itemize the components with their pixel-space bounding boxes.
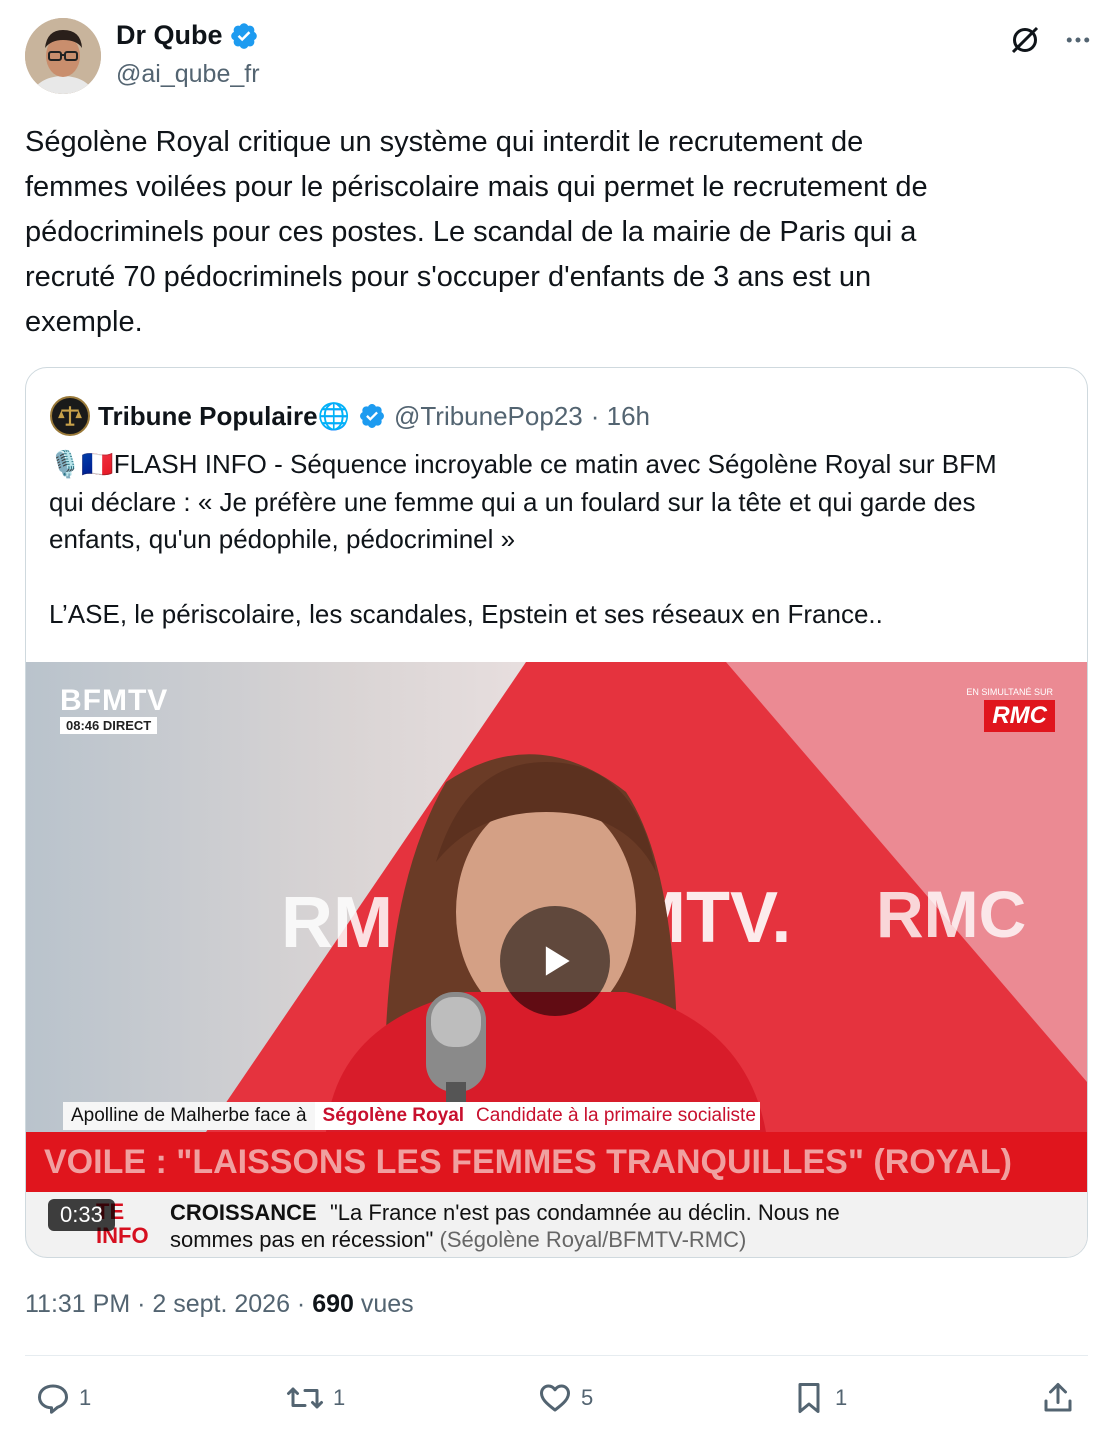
rmc-logo: RMC (984, 700, 1055, 732)
video-duration: 0:33 (48, 1199, 115, 1231)
author-name[interactable]: Dr Qube (116, 20, 259, 51)
quoted-handle[interactable]: @TribunePop23 (394, 401, 583, 432)
rmc-small-text: EN SIMULTANÉ SUR (966, 687, 1053, 697)
quoted-time[interactable]: · 16h (591, 401, 650, 432)
share-icon (1044, 1383, 1072, 1412)
ticker-line2: sommes pas en récession" (Ségolène Royal… (170, 1227, 746, 1253)
action-bar: 1 1 5 1 (25, 1380, 1088, 1424)
like-icon (540, 1384, 570, 1412)
author-handle[interactable]: @ai_qube_fr (116, 60, 260, 89)
quoted-avatar[interactable] (50, 396, 90, 436)
lower-third-guest: Ségolène Royal (314, 1102, 473, 1130)
retweet-icon (287, 1387, 323, 1409)
grok-icon[interactable] (1007, 22, 1043, 58)
reply-count: 1 (79, 1385, 92, 1410)
like-count: 5 (581, 1385, 594, 1410)
share-button[interactable] (1040, 1380, 1076, 1416)
play-icon (545, 946, 570, 976)
ticker-line2-text: sommes pas en récession" (170, 1227, 434, 1252)
author-name-text: Dr Qube (116, 20, 223, 50)
bfmtv-logo: BFMTV (60, 684, 169, 717)
views-count: 690 (312, 1290, 354, 1318)
quoted-tweet[interactable]: Tribune Populaire🌐 @TribunePop23 · 16h 🎙… (25, 367, 1088, 1258)
scales-icon (58, 406, 82, 426)
quoted-text: 🎙️🇫🇷FLASH INFO - Séquence incroyable ce … (49, 449, 997, 629)
divider (25, 1355, 1088, 1356)
news-ticker: TE INFO CROISSANCE "La France n'est pas … (26, 1192, 1087, 1257)
bookmark-button[interactable]: 1 (791, 1380, 847, 1416)
quoted-author-name[interactable]: Tribune Populaire🌐 (98, 401, 350, 432)
like-button[interactable]: 5 (537, 1380, 593, 1416)
verified-icon (230, 22, 257, 49)
video-player[interactable]: RM MTV. RMC BFMTV 08:46 DIRECT EN SIMULT… (26, 662, 1087, 1257)
lower-third: Apolline de Malherbe face à Ségolène Roy… (63, 1102, 760, 1130)
author-avatar[interactable] (25, 18, 101, 94)
ticker-source: (Ségolène Royal/BFMTV-RMC) (433, 1227, 747, 1252)
more-icon[interactable] (1063, 25, 1093, 55)
ticker-title: CROISSANCE (170, 1200, 317, 1225)
ticker-quote: "La France n'est pas condamnée au déclin… (330, 1200, 840, 1225)
reply-button[interactable]: 1 (35, 1380, 91, 1416)
bookmark-count: 1 (835, 1385, 848, 1410)
quoted-header: Tribune Populaire🌐 @TribunePop23 · 16h (50, 396, 650, 436)
bfmtv-time: 08:46 DIRECT (60, 717, 158, 734)
tweet-timestamp[interactable]: 11:31 PM · 2 sept. 2026 · (25, 1290, 312, 1318)
avatar-photo (25, 18, 101, 94)
retweet-button[interactable]: 1 (285, 1380, 345, 1416)
views-label: vues (353, 1290, 414, 1318)
bg-rmc-left: RM (281, 883, 393, 963)
tweet-meta: 11:31 PM · 2 sept. 2026 · 690 vues (25, 1290, 414, 1319)
verified-icon (360, 404, 384, 428)
retweet-count: 1 (333, 1385, 346, 1410)
lower-third-role: Candidate à la primaire socialiste (472, 1102, 760, 1130)
play-button[interactable] (500, 906, 610, 1016)
top-actions (1007, 22, 1093, 58)
video-headline: VOILE : "LAISSONS LES FEMMES TRANQUILLES… (26, 1132, 1087, 1192)
reply-icon (38, 1384, 68, 1414)
bg-rmc-right: RMC (876, 877, 1026, 951)
lower-third-host: Apolline de Malherbe face à (63, 1102, 315, 1130)
bookmark-icon (798, 1383, 820, 1413)
tweet-text: Ségolène Royal critique un système qui i… (25, 126, 928, 338)
